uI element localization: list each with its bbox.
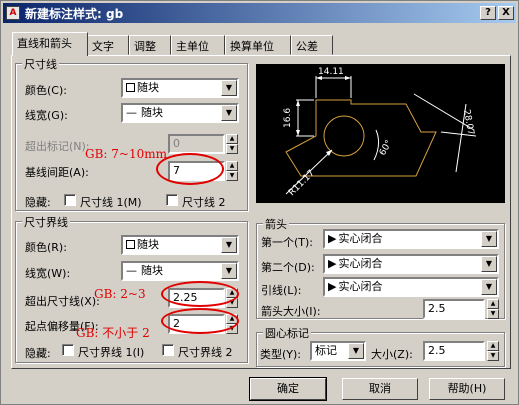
chevron-down-icon[interactable]: ▼ (221, 105, 237, 121)
tab-lines-arrows[interactable]: 直线和箭头 (12, 32, 88, 56)
first-arrow-value: 实心闭合 (338, 232, 383, 245)
dim-suppress-label: 隐藏: (25, 196, 51, 209)
color-swatch (126, 83, 135, 92)
second-arrow-value: 实心闭合 (338, 257, 383, 270)
tab-alternate-units[interactable]: 换算单位 (225, 35, 291, 55)
leader-arrow-value: 实心闭合 (338, 280, 383, 293)
extend-beyond-ticks-input[interactable]: 0 (168, 134, 225, 154)
group-title: 尺寸线 (22, 56, 59, 72)
second-arrow-select[interactable]: ▶ 实心闭合 ▼ (323, 254, 499, 274)
suppress-dim2-label: 尺寸线 2 (182, 196, 226, 209)
dim-color-label: 颜色(C): (25, 84, 67, 97)
close-button[interactable]: X (498, 6, 514, 20)
help-button[interactable]: 帮助(H) (429, 378, 505, 400)
ext-color-label: 颜色(R): (25, 241, 67, 254)
chevron-down-icon[interactable]: ▼ (221, 80, 237, 96)
preview-drawing: 14.11 16.6 28.07 60° R11.17 (283, 67, 477, 198)
second-arrow-label: 第二个(D): (261, 261, 315, 274)
center-size-label: 大小(Z): (371, 348, 413, 361)
dim-right-text: 28.07 (461, 109, 475, 136)
group-title: 圆心标记 (263, 325, 311, 341)
line-sample: — (126, 264, 137, 277)
first-arrow-select[interactable]: ▶ 实心闭合 ▼ (323, 229, 499, 249)
app-icon: A (6, 6, 20, 20)
tab-text[interactable]: 文字 (87, 35, 129, 55)
ext-lineweight-label: 线宽(W): (25, 267, 71, 280)
dim-lineweight-label: 线宽(G): (25, 109, 68, 122)
offset-highlight-ellipse (161, 308, 239, 334)
extend-annotation: GB: 2~3 (94, 287, 146, 301)
suppress-ext1-label: 尺寸界线 1(I) (78, 346, 145, 359)
tab-primary-units[interactable]: 主单位 (171, 35, 225, 55)
window-title: 新建标注样式: gb (25, 7, 124, 21)
leader-arrow-select[interactable]: ▶ 实心闭合 ▼ (323, 277, 499, 297)
chevron-down-icon[interactable]: ▼ (221, 263, 237, 279)
suppress-ext1-checkbox[interactable] (62, 344, 74, 356)
dim-lineweight-value: 随块 (141, 106, 163, 119)
ext-lineweight-value: 随块 (141, 264, 163, 277)
suppress-dim1-label: 尺寸线 1(M) (80, 196, 142, 209)
extend-beyond-ticks-spinner[interactable]: ▲ ▼ (226, 134, 238, 154)
title-bar: A 新建标注样式: gb ? X (3, 3, 516, 23)
arrow-size-input[interactable]: 2.5 (423, 299, 485, 319)
tab-tolerances[interactable]: 公差 (291, 35, 333, 55)
suppress-dim1-checkbox[interactable] (64, 194, 76, 206)
dim-top-text: 14.11 (318, 67, 344, 77)
extend-beyond-dim-label: 超出尺寸线(X): (25, 295, 100, 308)
ext-color-value: 随块 (137, 238, 159, 251)
cancel-button[interactable]: 取消 (342, 378, 418, 400)
baseline-spacing-spinner[interactable]: ▲ ▼ (226, 161, 238, 181)
dim-lineweight-select[interactable]: — 随块 ▼ (121, 103, 239, 123)
arrow-size-label: 箭头大小(I): (261, 305, 321, 318)
center-type-select[interactable]: 标记 ▼ (310, 341, 366, 361)
center-size-spinner[interactable]: ▲ ▼ (487, 341, 499, 361)
extend-highlight-ellipse (161, 281, 239, 307)
preview-part-outline (285, 99, 437, 177)
dim-color-select[interactable]: 随块 ▼ (121, 78, 239, 98)
group-title: 尺寸界线 (22, 214, 70, 230)
suppress-ext2-label: 尺寸界线 2 (178, 346, 233, 359)
baseline-highlight-ellipse (156, 153, 224, 185)
dim-angle-text: 60° (378, 139, 395, 158)
help-title-button[interactable]: ? (480, 6, 496, 20)
arrow-icon: ▶ (328, 280, 337, 293)
color-swatch (126, 240, 135, 249)
arrow-icon: ▶ (328, 257, 337, 270)
chevron-down-icon[interactable]: ▼ (481, 279, 497, 295)
preview-hole (323, 115, 365, 157)
ext-suppress-label: 隐藏: (25, 347, 51, 360)
chevron-down-icon[interactable]: ▼ (221, 237, 237, 253)
chevron-down-icon[interactable]: ▼ (481, 231, 497, 247)
first-arrow-label: 第一个(T): (261, 236, 314, 249)
center-type-value: 标记 (315, 344, 337, 357)
ext-color-select[interactable]: 随块 ▼ (121, 235, 239, 255)
dim-left-text: 16.6 (283, 108, 293, 128)
ext-lineweight-select[interactable]: — 随块 ▼ (121, 261, 239, 281)
chevron-down-icon[interactable]: ▼ (348, 343, 364, 359)
dim-radius-text: R11.17 (287, 168, 317, 198)
line-sample: — (126, 106, 137, 119)
suppress-dim2-checkbox[interactable] (166, 194, 178, 206)
dimension-style-dialog: A 新建标注样式: gb ? X 直线和箭头 文字 调整 主单位 换算单位 公差… (0, 0, 519, 405)
arrow-icon: ▶ (328, 232, 337, 245)
group-title: 箭头 (263, 216, 289, 232)
ok-button[interactable]: 确定 (249, 377, 327, 401)
chevron-down-icon[interactable]: ▼ (481, 256, 497, 272)
baseline-annotation: GB: 7~10mm (85, 147, 167, 161)
arrow-size-spinner[interactable]: ▲ ▼ (487, 299, 499, 319)
dim-color-value: 随块 (137, 81, 159, 94)
center-type-label: 类型(Y): (260, 348, 302, 361)
center-size-input[interactable]: 2.5 (423, 341, 485, 361)
leader-arrow-label: 引线(L): (261, 284, 302, 297)
style-preview: 14.11 16.6 28.07 60° R11.17 (256, 64, 505, 203)
offset-annotation: GB: 不小于 2 (76, 326, 150, 340)
extend-beyond-ticks-label: 超出标记(N): (25, 140, 90, 153)
suppress-ext2-checkbox[interactable] (162, 344, 174, 356)
baseline-spacing-label: 基线间距(A): (25, 166, 89, 179)
tab-fit[interactable]: 调整 (129, 35, 171, 55)
